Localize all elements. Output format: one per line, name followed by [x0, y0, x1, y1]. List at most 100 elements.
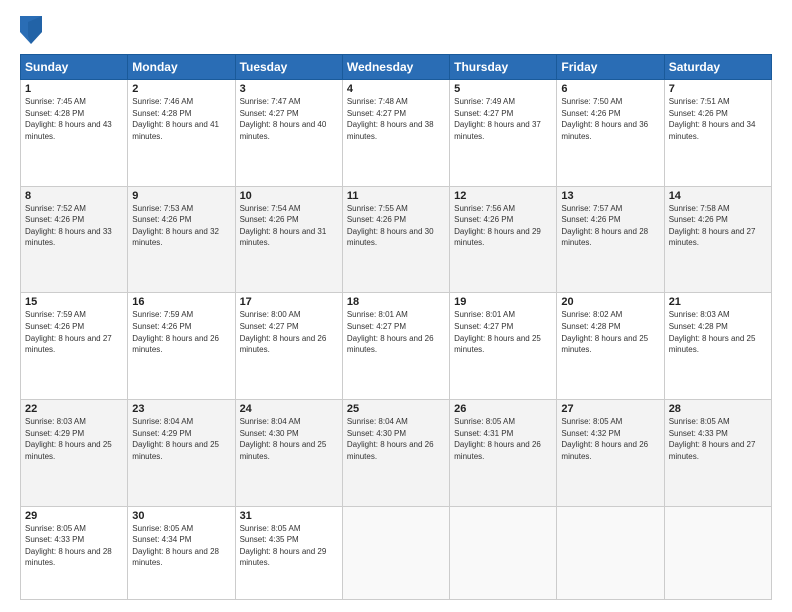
- calendar-cell: 19Sunrise: 8:01 AMSunset: 4:27 PMDayligh…: [450, 293, 557, 400]
- weekday-header-row: SundayMondayTuesdayWednesdayThursdayFrid…: [21, 55, 772, 80]
- page: SundayMondayTuesdayWednesdayThursdayFrid…: [0, 0, 792, 612]
- calendar-cell: 1Sunrise: 7:45 AMSunset: 4:28 PMDaylight…: [21, 80, 128, 187]
- day-number: 14: [669, 190, 767, 202]
- day-info: Sunrise: 7:52 AMSunset: 4:26 PMDaylight:…: [25, 203, 123, 249]
- day-info: Sunrise: 8:01 AMSunset: 4:27 PMDaylight:…: [454, 309, 552, 355]
- calendar-cell: 14Sunrise: 7:58 AMSunset: 4:26 PMDayligh…: [664, 186, 771, 293]
- day-info: Sunrise: 7:51 AMSunset: 4:26 PMDaylight:…: [669, 96, 767, 142]
- day-number: 4: [347, 83, 445, 95]
- calendar-cell: 18Sunrise: 8:01 AMSunset: 4:27 PMDayligh…: [342, 293, 449, 400]
- day-info: Sunrise: 7:47 AMSunset: 4:27 PMDaylight:…: [240, 96, 338, 142]
- calendar-cell: 25Sunrise: 8:04 AMSunset: 4:30 PMDayligh…: [342, 399, 449, 506]
- calendar-cell: 11Sunrise: 7:55 AMSunset: 4:26 PMDayligh…: [342, 186, 449, 293]
- day-info: Sunrise: 7:57 AMSunset: 4:26 PMDaylight:…: [561, 203, 659, 249]
- day-info: Sunrise: 7:45 AMSunset: 4:28 PMDaylight:…: [25, 96, 123, 142]
- calendar-cell: 17Sunrise: 8:00 AMSunset: 4:27 PMDayligh…: [235, 293, 342, 400]
- calendar-cell: [450, 506, 557, 599]
- logo-icon: [20, 16, 42, 44]
- day-info: Sunrise: 7:50 AMSunset: 4:26 PMDaylight:…: [561, 96, 659, 142]
- day-info: Sunrise: 8:04 AMSunset: 4:29 PMDaylight:…: [132, 416, 230, 462]
- day-number: 7: [669, 83, 767, 95]
- calendar-cell: 3Sunrise: 7:47 AMSunset: 4:27 PMDaylight…: [235, 80, 342, 187]
- day-number: 11: [347, 190, 445, 202]
- calendar-week-2: 8Sunrise: 7:52 AMSunset: 4:26 PMDaylight…: [21, 186, 772, 293]
- calendar-cell: 6Sunrise: 7:50 AMSunset: 4:26 PMDaylight…: [557, 80, 664, 187]
- day-number: 19: [454, 296, 552, 308]
- day-number: 31: [240, 510, 338, 522]
- day-number: 20: [561, 296, 659, 308]
- calendar-cell: 16Sunrise: 7:59 AMSunset: 4:26 PMDayligh…: [128, 293, 235, 400]
- day-info: Sunrise: 8:05 AMSunset: 4:35 PMDaylight:…: [240, 523, 338, 569]
- weekday-header-tuesday: Tuesday: [235, 55, 342, 80]
- calendar-cell: 5Sunrise: 7:49 AMSunset: 4:27 PMDaylight…: [450, 80, 557, 187]
- calendar-cell: [664, 506, 771, 599]
- calendar-cell: 2Sunrise: 7:46 AMSunset: 4:28 PMDaylight…: [128, 80, 235, 187]
- calendar-cell: 23Sunrise: 8:04 AMSunset: 4:29 PMDayligh…: [128, 399, 235, 506]
- calendar-cell: 29Sunrise: 8:05 AMSunset: 4:33 PMDayligh…: [21, 506, 128, 599]
- calendar-cell: 24Sunrise: 8:04 AMSunset: 4:30 PMDayligh…: [235, 399, 342, 506]
- day-number: 13: [561, 190, 659, 202]
- day-number: 29: [25, 510, 123, 522]
- day-number: 2: [132, 83, 230, 95]
- day-info: Sunrise: 8:00 AMSunset: 4:27 PMDaylight:…: [240, 309, 338, 355]
- calendar-week-5: 29Sunrise: 8:05 AMSunset: 4:33 PMDayligh…: [21, 506, 772, 599]
- calendar-cell: 10Sunrise: 7:54 AMSunset: 4:26 PMDayligh…: [235, 186, 342, 293]
- day-number: 9: [132, 190, 230, 202]
- day-info: Sunrise: 8:01 AMSunset: 4:27 PMDaylight:…: [347, 309, 445, 355]
- day-info: Sunrise: 7:48 AMSunset: 4:27 PMDaylight:…: [347, 96, 445, 142]
- day-number: 18: [347, 296, 445, 308]
- day-info: Sunrise: 8:05 AMSunset: 4:31 PMDaylight:…: [454, 416, 552, 462]
- day-info: Sunrise: 8:04 AMSunset: 4:30 PMDaylight:…: [240, 416, 338, 462]
- day-number: 24: [240, 403, 338, 415]
- day-number: 30: [132, 510, 230, 522]
- header: [20, 16, 772, 44]
- day-number: 22: [25, 403, 123, 415]
- weekday-header-sunday: Sunday: [21, 55, 128, 80]
- day-number: 1: [25, 83, 123, 95]
- calendar-week-3: 15Sunrise: 7:59 AMSunset: 4:26 PMDayligh…: [21, 293, 772, 400]
- calendar-cell: 30Sunrise: 8:05 AMSunset: 4:34 PMDayligh…: [128, 506, 235, 599]
- day-info: Sunrise: 8:04 AMSunset: 4:30 PMDaylight:…: [347, 416, 445, 462]
- weekday-header-saturday: Saturday: [664, 55, 771, 80]
- logo: [20, 16, 46, 44]
- calendar-cell: 9Sunrise: 7:53 AMSunset: 4:26 PMDaylight…: [128, 186, 235, 293]
- calendar-week-4: 22Sunrise: 8:03 AMSunset: 4:29 PMDayligh…: [21, 399, 772, 506]
- day-info: Sunrise: 7:58 AMSunset: 4:26 PMDaylight:…: [669, 203, 767, 249]
- weekday-header-friday: Friday: [557, 55, 664, 80]
- calendar-cell: 12Sunrise: 7:56 AMSunset: 4:26 PMDayligh…: [450, 186, 557, 293]
- day-number: 28: [669, 403, 767, 415]
- day-number: 12: [454, 190, 552, 202]
- calendar-cell: [557, 506, 664, 599]
- day-info: Sunrise: 7:59 AMSunset: 4:26 PMDaylight:…: [132, 309, 230, 355]
- calendar-cell: 26Sunrise: 8:05 AMSunset: 4:31 PMDayligh…: [450, 399, 557, 506]
- day-number: 25: [347, 403, 445, 415]
- calendar-cell: 15Sunrise: 7:59 AMSunset: 4:26 PMDayligh…: [21, 293, 128, 400]
- day-number: 26: [454, 403, 552, 415]
- day-number: 16: [132, 296, 230, 308]
- day-info: Sunrise: 7:49 AMSunset: 4:27 PMDaylight:…: [454, 96, 552, 142]
- day-number: 23: [132, 403, 230, 415]
- calendar-table: SundayMondayTuesdayWednesdayThursdayFrid…: [20, 54, 772, 600]
- day-number: 8: [25, 190, 123, 202]
- day-info: Sunrise: 8:03 AMSunset: 4:28 PMDaylight:…: [669, 309, 767, 355]
- day-number: 21: [669, 296, 767, 308]
- day-info: Sunrise: 7:53 AMSunset: 4:26 PMDaylight:…: [132, 203, 230, 249]
- calendar-cell: 21Sunrise: 8:03 AMSunset: 4:28 PMDayligh…: [664, 293, 771, 400]
- calendar-cell: 7Sunrise: 7:51 AMSunset: 4:26 PMDaylight…: [664, 80, 771, 187]
- day-info: Sunrise: 8:05 AMSunset: 4:34 PMDaylight:…: [132, 523, 230, 569]
- calendar-cell: 31Sunrise: 8:05 AMSunset: 4:35 PMDayligh…: [235, 506, 342, 599]
- weekday-header-thursday: Thursday: [450, 55, 557, 80]
- day-number: 10: [240, 190, 338, 202]
- calendar-cell: 8Sunrise: 7:52 AMSunset: 4:26 PMDaylight…: [21, 186, 128, 293]
- calendar-cell: 28Sunrise: 8:05 AMSunset: 4:33 PMDayligh…: [664, 399, 771, 506]
- calendar-cell: 22Sunrise: 8:03 AMSunset: 4:29 PMDayligh…: [21, 399, 128, 506]
- day-info: Sunrise: 7:54 AMSunset: 4:26 PMDaylight:…: [240, 203, 338, 249]
- calendar-cell: 13Sunrise: 7:57 AMSunset: 4:26 PMDayligh…: [557, 186, 664, 293]
- day-info: Sunrise: 7:46 AMSunset: 4:28 PMDaylight:…: [132, 96, 230, 142]
- day-number: 3: [240, 83, 338, 95]
- calendar-cell: 27Sunrise: 8:05 AMSunset: 4:32 PMDayligh…: [557, 399, 664, 506]
- weekday-header-monday: Monday: [128, 55, 235, 80]
- day-number: 17: [240, 296, 338, 308]
- day-number: 5: [454, 83, 552, 95]
- calendar-week-1: 1Sunrise: 7:45 AMSunset: 4:28 PMDaylight…: [21, 80, 772, 187]
